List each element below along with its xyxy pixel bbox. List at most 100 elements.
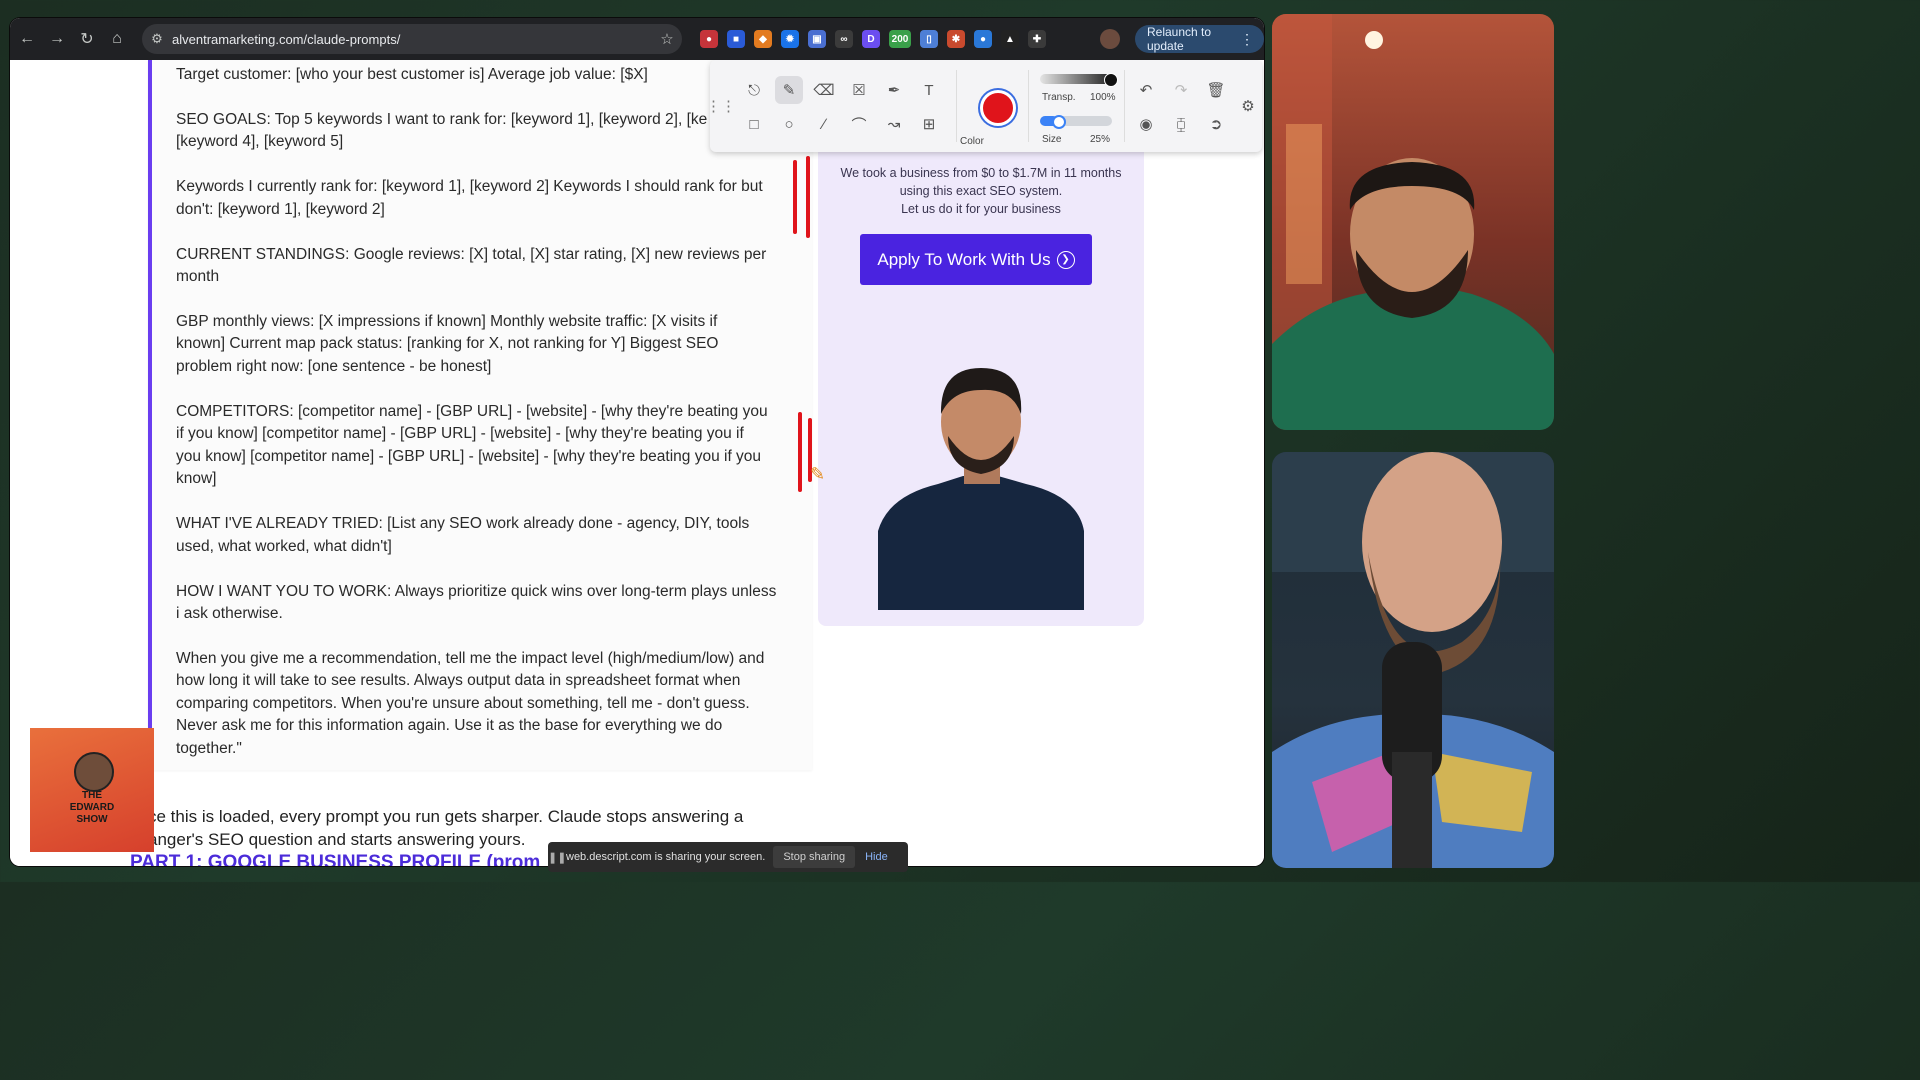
relaunch-button[interactable]: Relaunch to update ⋮ — [1135, 25, 1264, 53]
home-icon[interactable]: ⌂ — [104, 26, 130, 52]
rectangle-icon[interactable]: □ — [740, 110, 768, 138]
prompt-line: how long it will take to see results. Al… — [176, 672, 741, 689]
section-heading: PART 1: GOOGLE BUSINESS PROFILE (prom — [130, 852, 541, 866]
site-info-icon[interactable]: ⚙ — [142, 31, 172, 47]
apply-button-label: Apply To Work With Us — [877, 249, 1051, 269]
body-line: ce this is loaded, every prompt you run … — [148, 807, 744, 826]
annotation-stroke — [798, 412, 802, 492]
host-video — [1272, 452, 1554, 868]
extension-icon[interactable]: ∞ — [835, 30, 853, 48]
prompt-code-block: Target customer: [who your best customer… — [148, 60, 812, 770]
arrow-curve-icon[interactable]: ↝ — [880, 110, 908, 138]
host-avatar — [74, 752, 114, 792]
curve-icon[interactable]: ⌒ — [845, 110, 873, 138]
browser-window: ← → ↻ ⌂ ⚙ alventramarketing.com/claude-p… — [10, 18, 1264, 866]
show-title: THE EDWARD SHOW — [70, 790, 114, 826]
person-photo — [878, 368, 1084, 610]
prompt-line: you know] [competitor name] - [GBP URL] … — [176, 448, 762, 465]
prompt-line: COMPETITORS: [competitor name] - [GBP UR… — [176, 403, 768, 420]
size-label: Size — [1042, 134, 1062, 145]
camera-icon[interactable]: ◉ — [1132, 110, 1160, 138]
prompt-line: [keyword 4], [keyword 5] — [176, 133, 344, 150]
hide-eye-icon[interactable]: ⧮ — [1167, 110, 1195, 138]
prompt-line: know] — [176, 470, 217, 487]
gear-icon[interactable]: ⚙ — [1234, 92, 1262, 120]
transparency-knob[interactable] — [1104, 73, 1118, 87]
extension-icon[interactable]: ◆ — [754, 30, 772, 48]
stop-sharing-button[interactable]: Stop sharing — [773, 846, 856, 868]
share-message: web.descript.com is sharing your screen. — [566, 851, 766, 863]
forward-icon[interactable]: → — [44, 26, 70, 52]
trash-icon[interactable]: 🗑 — [1202, 76, 1230, 104]
text-tool-icon[interactable]: T — [915, 76, 943, 104]
extension-icon[interactable]: ▣ — [808, 30, 826, 48]
prompt-line: Keywords I currently rank for: [keyword … — [176, 178, 763, 195]
show-logo: THE EDWARD SHOW — [30, 728, 154, 852]
divider — [1124, 70, 1125, 142]
reload-icon[interactable]: ↻ — [74, 26, 100, 52]
transparency-slider[interactable] — [1040, 74, 1112, 84]
promo-line: using this exact SEO system. — [899, 184, 1063, 198]
prompt-line: month — [176, 268, 220, 285]
guest-video — [1272, 14, 1554, 430]
webcam-feed-host — [1272, 452, 1554, 868]
prompt-line: problem right now: [one sentence - be ho… — [176, 358, 492, 375]
promo-line: We took a business from $0 to $1.7M in 1… — [840, 166, 1122, 180]
prompt-line: i ask otherwise. — [176, 605, 283, 622]
highlighter-icon[interactable]: ✒ — [880, 76, 908, 104]
apply-button[interactable]: Apply To Work With Us ❯ — [860, 234, 1092, 285]
webcam-feed-guest — [1272, 14, 1554, 430]
drag-handle-icon[interactable]: ⋮⋮ — [706, 92, 736, 120]
exit-icon[interactable]: ➲ — [1202, 110, 1230, 138]
prompt-line: GBP monthly views: [X impressions if kno… — [176, 313, 718, 330]
fill-bucket-icon[interactable]: ☒ — [845, 76, 873, 104]
puzzle-icon[interactable]: ✚ — [1028, 30, 1046, 48]
promo-text: We took a business from $0 to $1.7M in 1… — [838, 164, 1124, 218]
extension-icon[interactable]: ▲ — [1001, 30, 1019, 48]
prompt-line: together." — [176, 740, 242, 757]
promo-line: Let us do it for your business — [901, 202, 1061, 216]
prompt-line: Target customer: [who your best customer… — [176, 66, 648, 83]
hide-button[interactable]: Hide — [865, 851, 888, 863]
address-bar[interactable]: ⚙ alventramarketing.com/claude-prompts/ … — [142, 24, 682, 54]
extension-icon[interactable]: ✹ — [781, 30, 799, 48]
pen-icon[interactable]: ✎ — [775, 76, 803, 104]
annotation-stroke — [793, 160, 797, 234]
extension-icon[interactable]: ✱ — [947, 30, 965, 48]
extension-icon[interactable]: D — [862, 30, 880, 48]
prompt-line: if you know] [competitor name] - [GBP UR… — [176, 425, 744, 442]
extension-badge-icon[interactable]: 200 — [889, 30, 911, 48]
prompt-line: Never ask me for this information again.… — [176, 717, 723, 734]
redo-icon[interactable]: ↷ — [1167, 76, 1195, 104]
size-knob[interactable] — [1052, 115, 1066, 129]
prompt-line: CURRENT STANDINGS: Google reviews: [X] t… — [176, 246, 767, 263]
circle-icon[interactable]: ○ — [775, 110, 803, 138]
color-label: Color — [960, 136, 984, 147]
undo-icon[interactable]: ↶ — [1132, 76, 1160, 104]
color-swatch[interactable] — [980, 90, 1016, 126]
more-vert-icon[interactable]: ⋮ — [1240, 31, 1254, 48]
prompt-line: HOW I WANT YOU TO WORK: Always prioritiz… — [176, 583, 777, 600]
extension-icon[interactable]: ● — [700, 30, 718, 48]
mouse-icon[interactable]: ⎋ — [740, 76, 768, 104]
bookmark-star-icon[interactable]: ☆ — [652, 30, 682, 48]
annotation-stroke — [806, 156, 810, 238]
line-icon[interactable]: ∕ — [810, 110, 838, 138]
extension-icon[interactable]: ■ — [727, 30, 745, 48]
chevron-right-circle-icon: ❯ — [1056, 250, 1075, 269]
browser-toolbar: ← → ↻ ⌂ ⚙ alventramarketing.com/claude-p… — [10, 18, 1264, 60]
screen-share-bar: ❚❚ web.descript.com is sharing your scre… — [548, 842, 908, 872]
profile-avatar[interactable] — [1100, 29, 1120, 49]
extension-icon[interactable]: ▯ — [920, 30, 938, 48]
prompt-line: known] Current map pack status: [ranking… — [176, 335, 719, 352]
prompt-line: used, what worked, what didn't] — [176, 538, 392, 555]
page-content: Target customer: [who your best customer… — [10, 60, 1264, 866]
prompt-line: comparing competitors. When you're unsur… — [176, 695, 750, 712]
back-icon[interactable]: ← — [14, 26, 40, 52]
eraser-icon[interactable]: ⌫ — [810, 76, 838, 104]
extension-icon[interactable]: ● — [974, 30, 992, 48]
crop-icon[interactable]: ⊞ — [915, 110, 943, 138]
extensions-area: ● ■ ◆ ✹ ▣ ∞ D 200 ▯ ✱ ● ▲ ✚ — [700, 26, 1046, 52]
divider — [956, 70, 957, 142]
show-title-line: SHOW — [76, 814, 108, 825]
